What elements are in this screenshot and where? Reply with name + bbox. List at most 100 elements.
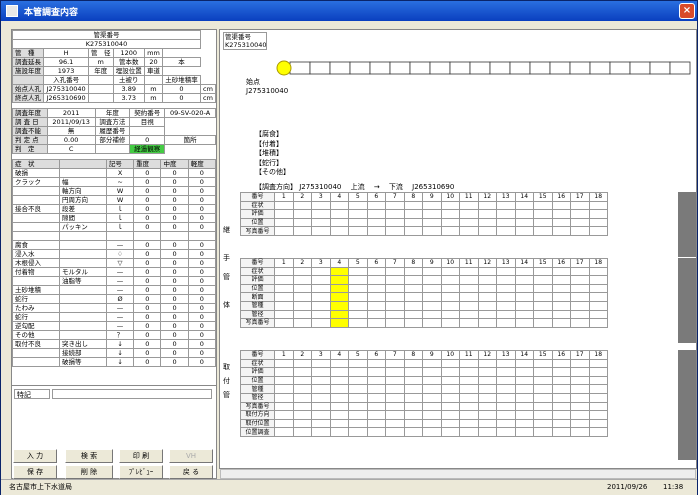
grid-cell[interactable] [348, 300, 368, 311]
grid-cell[interactable] [477, 283, 497, 294]
search-button[interactable]: 検 索 [65, 449, 113, 463]
grid-cell[interactable]: 2 [292, 192, 312, 202]
grid-cell[interactable] [385, 226, 405, 236]
grid-cell[interactable] [422, 209, 442, 219]
grid-cell[interactable] [570, 367, 590, 377]
grid-cell[interactable] [292, 209, 312, 219]
grid-cell[interactable] [459, 200, 479, 211]
grid-cell[interactable] [329, 309, 349, 320]
grid-cell[interactable] [477, 367, 497, 377]
grid-cell[interactable] [570, 275, 590, 285]
grid-cell[interactable] [533, 275, 553, 285]
grid-cell[interactable] [274, 367, 294, 377]
grid-cell[interactable] [588, 401, 608, 412]
grid-cell[interactable] [533, 292, 553, 302]
pipe-segment[interactable] [449, 61, 471, 75]
grid-cell[interactable] [274, 275, 294, 285]
grid-cell[interactable] [533, 309, 553, 320]
grid-cell[interactable] [385, 375, 405, 386]
grid-cell[interactable] [477, 392, 497, 403]
grid-cell[interactable] [551, 401, 571, 412]
grid-cell[interactable] [459, 375, 479, 386]
grid-cell[interactable] [477, 309, 497, 320]
grid-cell[interactable] [311, 226, 331, 236]
grid-cell[interactable] [329, 392, 349, 403]
grid-cell[interactable] [292, 226, 312, 236]
grid-cell[interactable]: 13 [496, 350, 516, 360]
grid-cell[interactable] [292, 275, 312, 285]
grid-cell[interactable] [422, 427, 442, 437]
grid-cell[interactable] [292, 217, 312, 228]
grid-cell[interactable]: 11 [459, 192, 479, 202]
grid-cell[interactable] [274, 375, 294, 386]
grid-cell[interactable] [366, 410, 386, 420]
grid-cell[interactable] [348, 392, 368, 403]
grid-cell[interactable] [514, 384, 534, 394]
grid-cell[interactable] [440, 384, 460, 394]
grid-cell[interactable]: 8 [403, 350, 423, 360]
grid-cell[interactable] [329, 266, 349, 277]
grid-cell[interactable]: 2 [292, 258, 312, 268]
grid-cell[interactable] [274, 427, 294, 437]
grid-cell[interactable] [422, 318, 442, 328]
grid-cell[interactable] [551, 226, 571, 236]
grid-cell[interactable] [570, 401, 590, 412]
grid-cell[interactable] [274, 266, 294, 277]
grid-cell[interactable] [311, 266, 331, 277]
grid-cell[interactable] [570, 292, 590, 302]
grid-cell[interactable] [348, 427, 368, 437]
grid-cell[interactable] [311, 358, 331, 369]
grid-cell[interactable] [570, 384, 590, 394]
grid-cell[interactable] [422, 358, 442, 369]
grid-cell[interactable]: 15 [533, 192, 553, 202]
grid-cell[interactable] [440, 200, 460, 211]
pipe-segment[interactable] [669, 61, 691, 75]
grid-cell[interactable] [570, 300, 590, 311]
grid-cell[interactable] [311, 384, 331, 394]
grid-cell[interactable] [496, 358, 516, 369]
pipe-segment[interactable] [629, 61, 651, 75]
grid-cell[interactable] [477, 401, 497, 412]
grid-cell[interactable] [496, 200, 516, 211]
grid-cell[interactable] [348, 309, 368, 320]
grid-cell[interactable]: 3 [311, 192, 331, 202]
grid-cell[interactable]: 17 [570, 192, 590, 202]
grid-cell[interactable] [459, 283, 479, 294]
grid-cell[interactable] [588, 200, 608, 211]
grid-cell[interactable]: 10 [440, 258, 460, 268]
grid-cell[interactable] [477, 384, 497, 394]
grid-cell[interactable]: 6 [366, 350, 386, 360]
notes-input[interactable] [52, 389, 212, 399]
grid-cell[interactable] [551, 410, 571, 420]
grid-cell[interactable]: 16 [551, 258, 571, 268]
grid-cell[interactable] [477, 375, 497, 386]
grid-cell[interactable] [551, 292, 571, 302]
grid-cell[interactable] [403, 375, 423, 386]
grid-cell[interactable]: 9 [422, 350, 442, 360]
grid-cell[interactable] [570, 418, 590, 429]
grid-cell[interactable] [348, 209, 368, 219]
grid-cell[interactable] [514, 318, 534, 328]
grid-cell[interactable] [292, 410, 312, 420]
grid-cell[interactable] [329, 410, 349, 420]
grid-cell[interactable] [588, 300, 608, 311]
grid-cell[interactable] [440, 358, 460, 369]
grid-cell[interactable] [403, 367, 423, 377]
grid-cell[interactable] [329, 217, 349, 228]
grid-cell[interactable] [329, 384, 349, 394]
grid-cell[interactable] [496, 283, 516, 294]
grid-cell[interactable] [385, 283, 405, 294]
grid-cell[interactable] [311, 375, 331, 386]
grid-cell[interactable] [422, 418, 442, 429]
grid-cell[interactable] [459, 292, 479, 302]
grid-cell[interactable] [551, 309, 571, 320]
grid-cell[interactable] [366, 358, 386, 369]
grid-cell[interactable]: 10 [440, 350, 460, 360]
grid-cell[interactable] [385, 384, 405, 394]
grid-cell[interactable] [514, 427, 534, 437]
pipe-segment[interactable] [289, 61, 311, 75]
grid-cell[interactable] [292, 375, 312, 386]
grid-cell[interactable] [496, 410, 516, 420]
grid-cell[interactable]: 3 [311, 258, 331, 268]
grid-cell[interactable] [533, 358, 553, 369]
